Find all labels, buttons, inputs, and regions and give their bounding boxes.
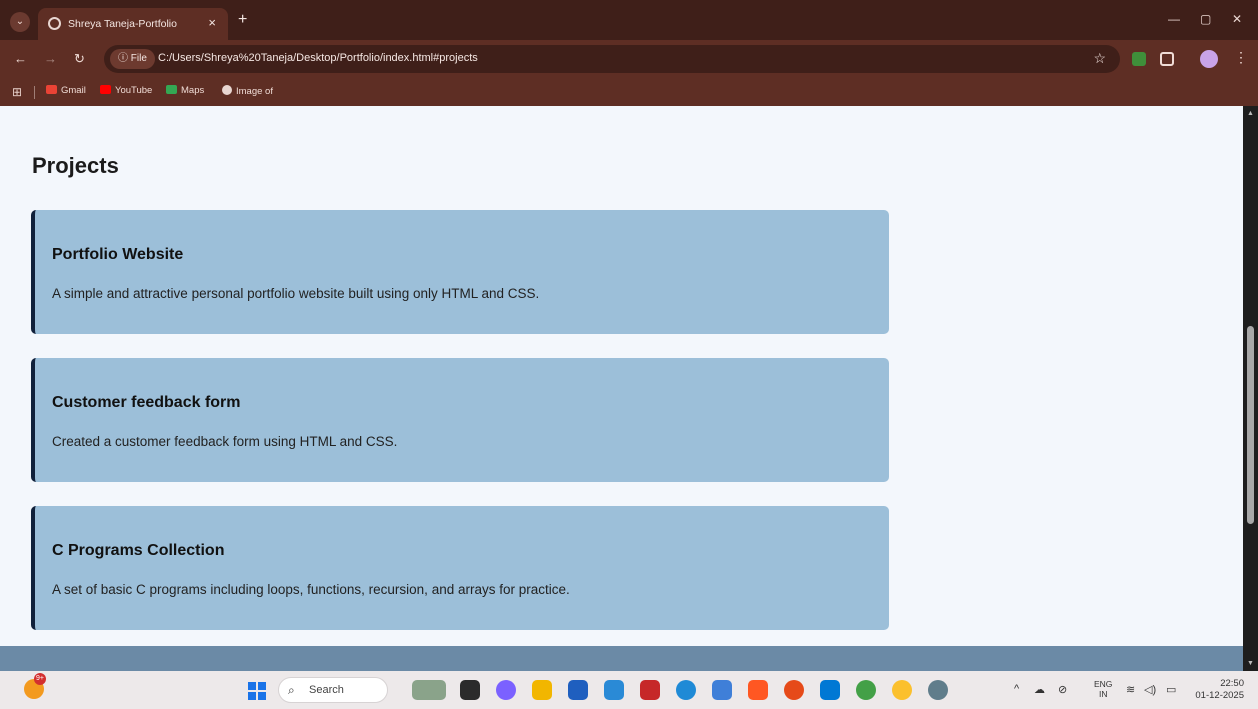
copilot-icon[interactable] <box>496 680 516 700</box>
tab-strip: ⌄ Shreya Taneja-Portfolio × + — ▢ ✕ <box>0 0 1258 40</box>
onedrive-icon[interactable]: ☁ <box>1034 683 1045 696</box>
youtube-icon <box>100 85 111 94</box>
clock[interactable]: 22:50 01-12-2025 <box>1192 678 1244 702</box>
close-window-icon[interactable]: ✕ <box>1232 12 1242 26</box>
project-card: C Programs Collection A set of basic C p… <box>31 506 889 630</box>
tab-portfolio[interactable]: Shreya Taneja-Portfolio × <box>38 8 228 40</box>
omnibox[interactable]: ⓘ File C:/Users/Shreya%20Taneja/Desktop/… <box>104 45 1120 73</box>
extensions-puzzle-icon[interactable] <box>1160 52 1174 66</box>
globe-icon <box>48 17 61 30</box>
notifications-off-icon[interactable]: ⊘ <box>1058 683 1067 696</box>
menu-kebab-icon[interactable]: ⋮ <box>1234 49 1248 66</box>
reload-icon[interactable]: ↻ <box>74 51 85 67</box>
bookmark-star-icon[interactable]: ☆ <box>1093 50 1106 67</box>
weather-badge: 9+ <box>34 673 46 685</box>
minimize-icon[interactable]: — <box>1168 12 1180 26</box>
forward-icon[interactable]: → <box>44 51 57 66</box>
file-explorer-icon[interactable] <box>532 680 552 700</box>
address-bar-row: ← → ↻ ⓘ File C:/Users/Shreya%20Taneja/De… <box>0 40 1258 78</box>
mcafee-icon[interactable] <box>640 680 660 700</box>
bookmark-gmail[interactable]: Gmail <box>46 85 86 96</box>
bookmark-image-of[interactable]: Image of <box>222 85 273 97</box>
task-view-icon[interactable] <box>460 680 480 700</box>
scrollbar-thumb[interactable] <box>1247 326 1254 524</box>
app-icon[interactable] <box>712 680 732 700</box>
project-card: Portfolio Website A simple and attractiv… <box>31 210 889 334</box>
windows-taskbar: 9+ ⌕ Search ^ ☁ ⊘ ENG IN ≋ ◁) ▭ 22:50 01… <box>0 671 1258 709</box>
bookmarks-bar: ⊞ Gmail YouTube Maps Image of <box>0 78 1258 106</box>
wifi-icon[interactable]: ≋ <box>1126 683 1135 696</box>
store-icon[interactable] <box>568 680 588 700</box>
start-button[interactable] <box>248 682 266 700</box>
bookmarks-divider <box>34 86 35 99</box>
vscode-icon[interactable] <box>820 680 840 700</box>
project-description: A simple and attractive personal portfol… <box>52 286 540 301</box>
profile-avatar[interactable] <box>1200 50 1218 68</box>
page-viewport: Projects Portfolio Website A simple and … <box>0 106 1243 671</box>
project-title: Portfolio Website <box>52 246 184 263</box>
project-title: C Programs Collection <box>52 542 225 559</box>
whatsapp-icon[interactable] <box>856 680 876 700</box>
edge-icon[interactable] <box>676 680 696 700</box>
widgets-icon[interactable] <box>412 680 446 700</box>
back-icon[interactable]: ← <box>14 51 27 66</box>
chevron-up-icon[interactable]: ^ <box>1014 683 1019 695</box>
volume-icon[interactable]: ◁) <box>1144 683 1156 696</box>
page-scrollbar[interactable]: ▲ ▼ <box>1243 106 1258 671</box>
close-tab-icon[interactable]: × <box>208 15 216 30</box>
tab-search-icon[interactable]: ⌄ <box>10 12 30 32</box>
clock-date: 01-12-2025 <box>1195 690 1244 701</box>
search-placeholder: Search <box>309 684 344 696</box>
tab-title: Shreya Taneja-Portfolio <box>68 18 177 30</box>
app-icon[interactable] <box>604 680 624 700</box>
project-description: A set of basic C programs including loop… <box>52 582 570 597</box>
scroll-up-icon[interactable]: ▲ <box>1247 110 1254 117</box>
restore-icon[interactable]: ▢ <box>1200 12 1211 26</box>
search-icon: ⌕ <box>288 683 295 697</box>
brave-icon[interactable] <box>748 680 768 700</box>
scroll-down-icon[interactable]: ▼ <box>1247 660 1254 667</box>
language-indicator[interactable]: ENG IN <box>1094 679 1112 699</box>
new-tab-button[interactable]: + <box>238 12 247 28</box>
gmail-icon <box>46 85 57 94</box>
bookmark-youtube[interactable]: YouTube <box>100 85 152 96</box>
projects-heading: Projects <box>32 153 119 178</box>
settings-gear-icon[interactable] <box>928 680 948 700</box>
bookmark-maps[interactable]: Maps <box>166 85 204 96</box>
footer-band <box>0 646 1243 671</box>
clock-time: 22:50 <box>1220 678 1244 689</box>
chrome-icon[interactable] <box>784 680 804 700</box>
chrome-icon[interactable] <box>892 680 912 700</box>
extension-icon[interactable] <box>1132 52 1146 66</box>
globe-icon <box>222 85 232 95</box>
url-text[interactable]: C:/Users/Shreya%20Taneja/Desktop/Portfol… <box>158 52 478 64</box>
project-card: Customer feedback form Created a custome… <box>31 358 889 482</box>
battery-icon[interactable]: ▭ <box>1166 683 1176 696</box>
site-info-chip[interactable]: ⓘ File <box>110 49 155 69</box>
project-description: Created a customer feedback form using H… <box>52 434 398 449</box>
apps-grid-icon[interactable]: ⊞ <box>12 85 22 99</box>
taskbar-search-box[interactable]: ⌕ Search <box>278 677 388 703</box>
maps-icon <box>166 85 177 94</box>
project-title: Customer feedback form <box>52 394 241 411</box>
